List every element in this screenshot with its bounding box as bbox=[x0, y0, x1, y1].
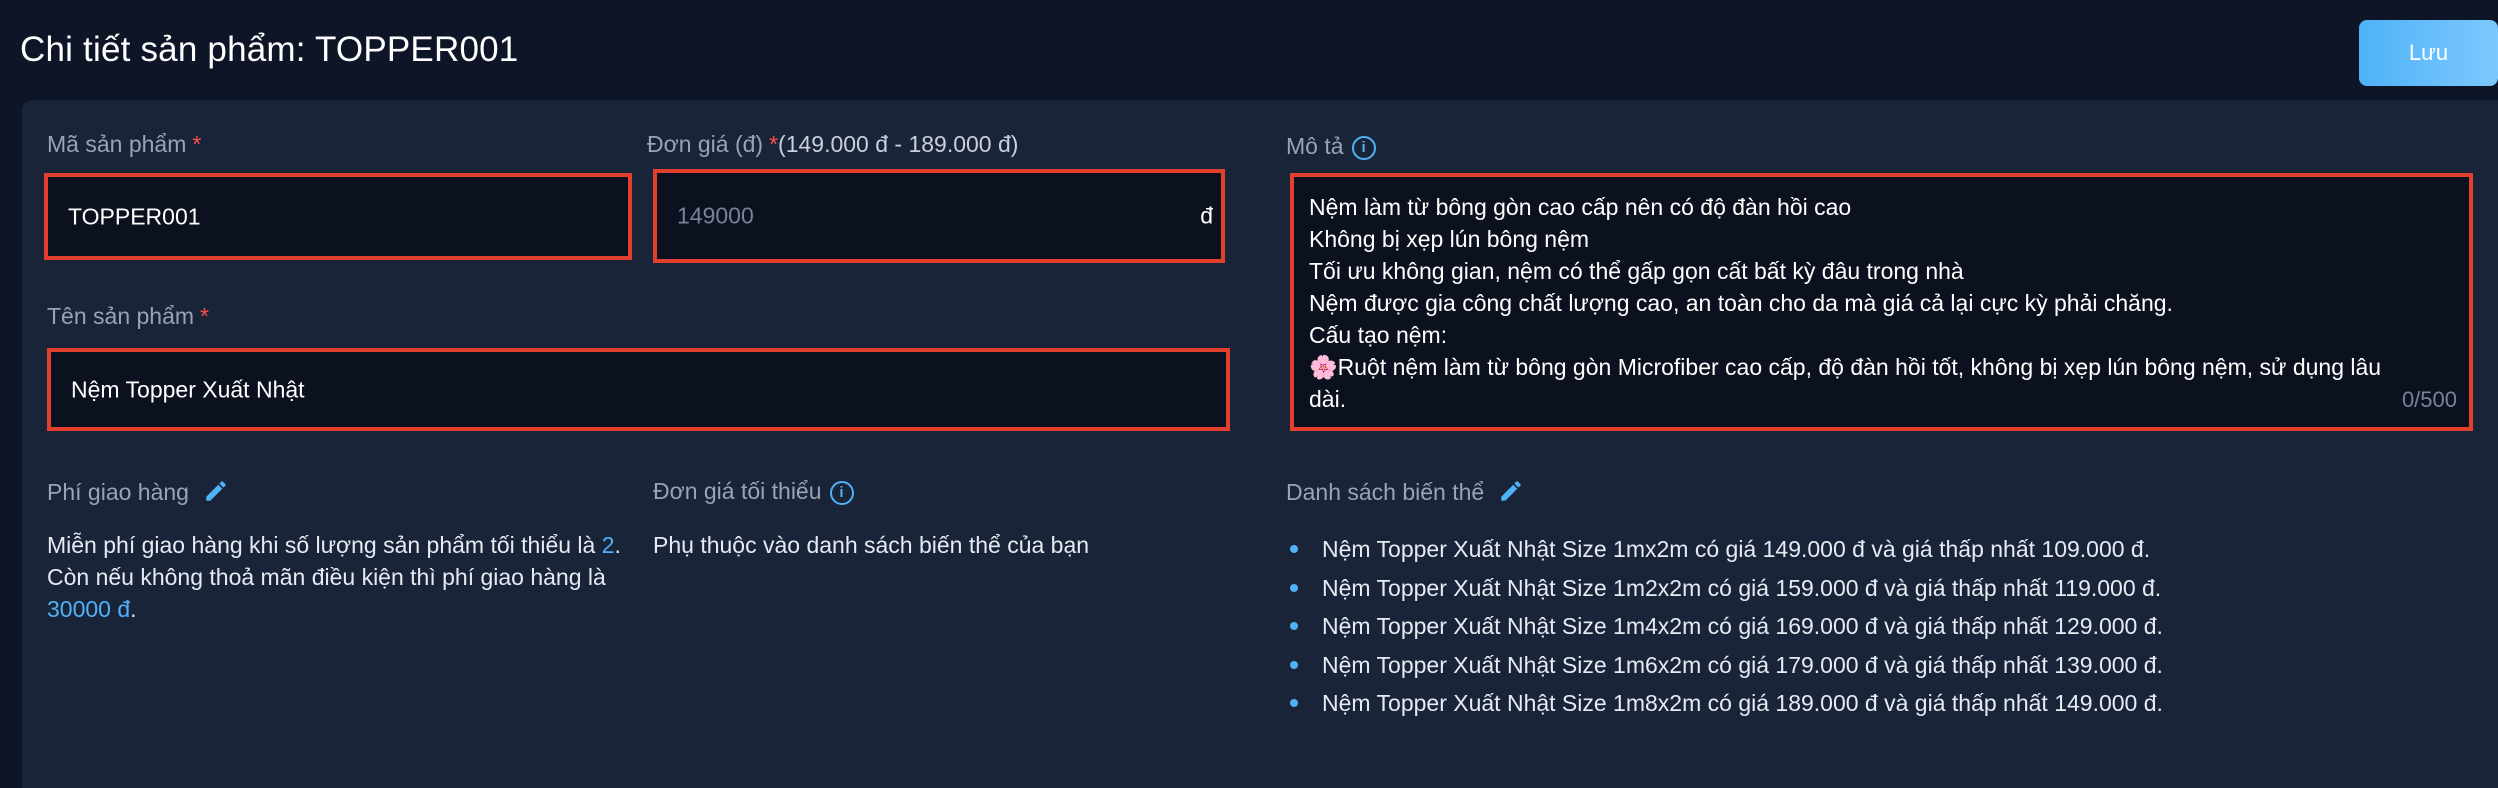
page-title: Chi tiết sản phẩm: TOPPER001 bbox=[20, 30, 519, 69]
min-price-label: Đơn giá tối thiểu i bbox=[653, 478, 854, 505]
product-name-value: Nệm Topper Xuất Nhật bbox=[71, 376, 305, 402]
description-textarea[interactable]: Nệm làm từ bông gòn cao cấp nên có độ đà… bbox=[1290, 173, 2473, 431]
product-code-value: TOPPER001 bbox=[68, 203, 201, 229]
product-code-label: Mã sản phẩm * bbox=[47, 131, 202, 157]
product-name-field[interactable]: Nệm Topper Xuất Nhật bbox=[47, 348, 1230, 431]
shipping-fee-text: Miễn phí giao hàng khi số lượng sản phẩm… bbox=[47, 532, 621, 622]
shipping-fee-label: Phí giao hàng bbox=[47, 478, 229, 510]
list-item: Nệm Topper Xuất Nhật Size 1m4x2m có giá … bbox=[1290, 607, 2163, 646]
variants-list: Nệm Topper Xuất Nhật Size 1mx2m có giá 1… bbox=[1290, 530, 2163, 723]
price-placeholder: 149000 bbox=[677, 202, 754, 229]
character-counter: 0/500 bbox=[2401, 387, 2457, 412]
variants-label: Danh sách biến thể bbox=[1286, 478, 1524, 510]
shipping-fee-value: 30000 đ bbox=[47, 596, 131, 622]
price-label: Đơn giá (đ) *(149.000 đ - 189.000 đ) bbox=[647, 131, 1019, 157]
min-quantity-value: 2 bbox=[601, 532, 615, 558]
pencil-icon[interactable] bbox=[1498, 478, 1524, 510]
list-item: Nệm Topper Xuất Nhật Size 1m2x2m có giá … bbox=[1290, 569, 2163, 608]
min-price-text: Phụ thuộc vào danh sách biến thể của bạn bbox=[653, 532, 1090, 558]
price-field[interactable]: 149000 đ bbox=[653, 169, 1225, 263]
pencil-icon[interactable] bbox=[203, 478, 229, 510]
save-button[interactable]: Lưu bbox=[2359, 20, 2498, 86]
list-item: Nệm Topper Xuất Nhật Size 1m8x2m có giá … bbox=[1290, 684, 2163, 723]
description-label: Mô tả i bbox=[1286, 133, 1376, 160]
info-icon[interactable]: i bbox=[829, 480, 854, 505]
currency-suffix: đ bbox=[1200, 202, 1213, 229]
product-name-label: Tên sản phẩm * bbox=[47, 303, 209, 329]
product-code-field[interactable]: TOPPER001 bbox=[44, 173, 632, 260]
info-icon[interactable]: i bbox=[1351, 135, 1376, 160]
description-text: Nệm làm từ bông gòn cao cấp nên có độ đà… bbox=[1309, 194, 2382, 412]
list-item: Nệm Topper Xuất Nhật Size 1m6x2m có giá … bbox=[1290, 646, 2163, 685]
list-item: Nệm Topper Xuất Nhật Size 1mx2m có giá 1… bbox=[1290, 530, 2163, 569]
